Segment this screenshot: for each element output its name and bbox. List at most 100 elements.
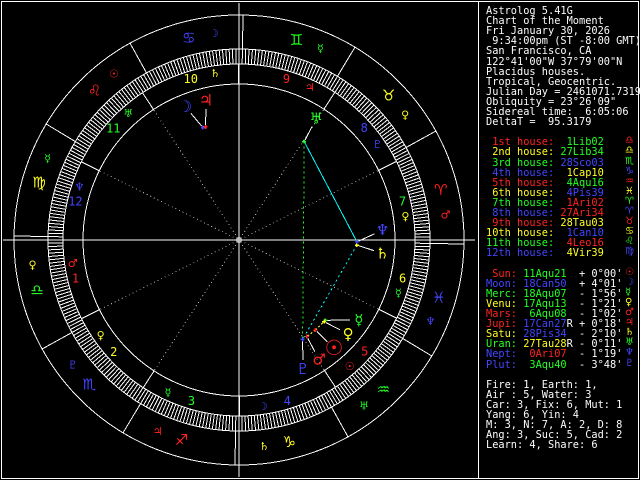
sign-gemini-glyph: ♊	[290, 31, 303, 49]
house-number-11: 11	[106, 122, 120, 136]
sign-virgo-glyph: ♍	[32, 174, 45, 192]
house-cusp-line	[323, 92, 336, 110]
house-row-2-glyph-icon: ♎	[625, 145, 634, 157]
planet-jupiter-glyph: ♃	[199, 90, 213, 109]
sign-aries-glyph: ♈	[434, 181, 447, 199]
house-7-ruler-icon: ♀	[401, 210, 409, 223]
house-cusp-line	[378, 160, 397, 171]
house-cusp-ray	[153, 109, 237, 236]
sign-boundary	[402, 338, 433, 357]
house-row-3-glyph-icon: ♏	[625, 155, 634, 167]
house-number-5: 5	[361, 344, 368, 358]
info-panel: Astrolog 5.41G Chart of the Moment Fri Jan…	[486, 0, 640, 480]
house-number-1: 1	[72, 272, 79, 286]
planet-mars-glyph: ♂	[312, 351, 325, 369]
aspect-trine-uranus-pluto	[302, 141, 305, 340]
house-row-12: 12th house: 4Vir39 ♍	[486, 247, 634, 260]
house-4-ruler-icon: ☽	[258, 400, 268, 413]
planet-neptune-glyph: ♆	[376, 221, 389, 239]
astrolog-window: ♈ ♂ ♉ ♀ ♊ ☿ ♋ ☽ ♌ ☉ ♍ ☿ ♎ ♀ ♏ ♇ ♐ ♃ ♑ ♄ ♒ ♅ ♓ ♆ 1 ♂ 2 ♀ 3 ☿ 4 ☽ 5 ☉ 6 ☿ 7 ♀ 8 ♇…	[0, 0, 640, 480]
sign-boundary	[14, 235, 49, 238]
planet-saturn-glyph: ♄	[376, 244, 389, 262]
sign-aquarius-glyph: ♒	[377, 381, 390, 399]
sign-libra-ruler-icon: ♀	[29, 259, 37, 272]
planet-row-plut: Plut: 3Aqu40 - 3°48' ♇	[486, 358, 634, 371]
sign-pisces-glyph: ♓	[432, 288, 445, 306]
sign-cancer-glyph: ♋	[182, 29, 195, 47]
sign-pisces-ruler-icon: ♆	[425, 315, 435, 328]
house-cusp-line	[142, 370, 155, 388]
sign-taurus-ruler-icon: ♀	[401, 108, 409, 121]
house-cusp-line	[81, 309, 100, 320]
natal-wheel-chart: ♈♂♉♀♊ ☿♋ ☽♌☉♍☿♎♀♏♇♐♃♑♄♒♅♓♆1♂2♀3☿4☽5☉6☿7♀8♇…	[3, 3, 475, 477]
house-cusp-value: 4Vir39	[554, 247, 604, 260]
house-number-7: 7	[399, 194, 406, 208]
house-number-4: 4	[284, 394, 291, 408]
planet-label: Plut:	[486, 358, 517, 371]
house-9-ruler-icon: ♃	[305, 81, 315, 94]
sign-leo-ruler-icon: ☉	[109, 67, 119, 80]
sign-boundary	[41, 332, 73, 350]
planet-position-value: 3Aqu40	[517, 358, 567, 371]
house-1-ruler-icon: ♂	[68, 257, 78, 270]
planet-pluto-glyph: ♇	[296, 360, 309, 378]
sign-aquarius-ruler-icon: ♅	[359, 400, 369, 413]
sign-boundary	[405, 130, 437, 148]
house-cusp-line	[142, 92, 154, 110]
sign-boundary	[45, 123, 76, 142]
house-cusp-line	[324, 370, 336, 388]
sign-gemini-ruler-icon: ☿	[317, 42, 324, 55]
sign-cancer-ruler-icon: ☽	[209, 27, 219, 40]
planet-velocity: - 3°48'	[572, 358, 623, 371]
house-cusp-ray	[244, 169, 379, 238]
chart-header-line-11: DeltaT = 95.3179	[486, 117, 591, 127]
house-number-3: 3	[188, 394, 195, 408]
house-2-ruler-icon: ♀	[97, 329, 105, 342]
house-number-8: 8	[361, 121, 368, 135]
planet-sun-glyph: ☉	[325, 336, 344, 360]
sign-boundary	[331, 406, 349, 438]
sign-virgo-ruler-icon: ☿	[44, 152, 51, 165]
house-number-6: 6	[399, 271, 406, 285]
sign-sagittarius-glyph: ♐	[175, 431, 188, 449]
sign-aries-ruler-icon: ♂	[441, 208, 451, 221]
planet-saturn-pointer	[358, 245, 374, 252]
planet-moon-pointer	[190, 113, 203, 127]
sign-boundary	[129, 42, 147, 74]
house-6-ruler-icon: ☿	[395, 286, 402, 299]
house-number-10: 10	[184, 72, 198, 86]
sign-scorpio-ruler-icon: ♇	[68, 359, 78, 372]
sign-boundary	[234, 430, 237, 465]
house-cusp-line	[81, 161, 100, 172]
planet-moon-glyph: ☽	[178, 97, 192, 116]
sign-boundary	[337, 46, 356, 77]
house-5-ruler-icon: ☉	[345, 360, 355, 373]
house-3-ruler-icon: ☿	[165, 386, 172, 399]
sign-libra-glyph: ♎	[30, 281, 43, 299]
panel-separator	[478, 2, 479, 478]
sign-boundary	[122, 403, 141, 434]
house-cusp-ray	[244, 242, 379, 310]
house-10-ruler-icon: ♄	[210, 67, 220, 80]
sign-capricorn-glyph: ♑	[282, 433, 295, 451]
sign-capricorn-ruler-icon: ♄	[259, 440, 269, 453]
house-label: 12th house:	[486, 247, 555, 260]
sign-scorpio-glyph: ♏	[83, 375, 97, 393]
summary-line-6: Learn: 4, Share: 6	[486, 440, 598, 450]
house-cusp-ray	[99, 170, 234, 238]
house-cusp-line	[378, 308, 397, 319]
house-8-ruler-icon: ♇	[372, 138, 382, 151]
header-text: DeltaT = 95.3179	[486, 116, 592, 129]
sign-boundary	[241, 15, 244, 50]
house-cusp-ray	[99, 242, 234, 311]
planet-uranus-pointer	[304, 126, 313, 141]
house-cusp-ray	[153, 244, 237, 372]
house-12-ruler-icon: ♆	[75, 181, 85, 194]
aspect-sextile-uranus-neptune	[303, 141, 358, 243]
planet-venus-glyph: ♀	[343, 325, 354, 343]
aspect-conjunction-sun-mars	[306, 329, 316, 337]
summary-text: Learn: 4, Share: 6	[486, 439, 598, 452]
planet-row-plut-glyph-icon: ♇	[625, 357, 634, 369]
planet-venus-pointer	[325, 322, 341, 331]
planet-mercury-glyph: ☿	[354, 311, 363, 329]
